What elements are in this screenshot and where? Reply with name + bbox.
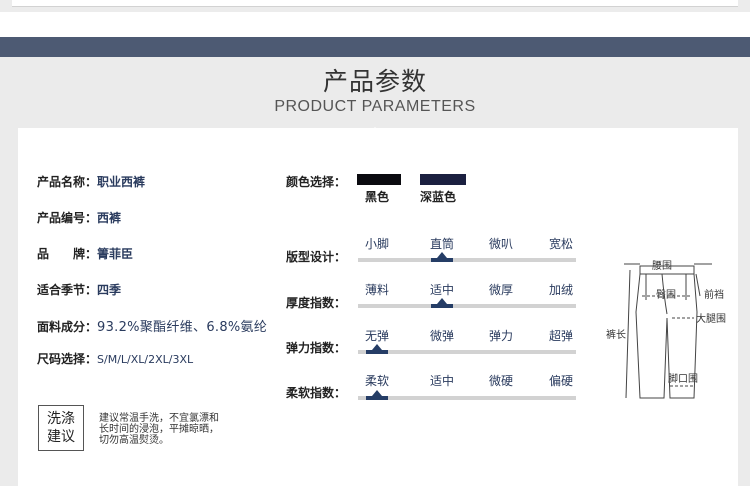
color-label: 颜色选择：: [286, 175, 347, 189]
top-frame: [0, 0, 750, 12]
thickness-option: 微厚: [488, 283, 513, 297]
softness-option: 偏硬: [548, 374, 573, 388]
info-value: 职业西裤: [97, 175, 146, 189]
diagram-label-length: 裤长: [606, 328, 626, 341]
wash-instructions: 建议常温手洗，不宜氯漂和 长时间的浸泡，平摊晾晒， 切勿高温熨烫。: [99, 413, 249, 446]
trousers-diagram: 腰围 臀围 前裆 大腿围 裤长 脚口围: [606, 260, 726, 399]
softness-option: 柔软: [364, 374, 389, 388]
thickness-option: 加绒: [548, 283, 573, 297]
info-row-name: 产品名称：职业西裤: [37, 173, 145, 190]
color-swatch-black[interactable]: [357, 174, 401, 185]
diagram-label-hem: 脚口围: [668, 372, 698, 385]
thickness-track: [358, 304, 576, 308]
info-label: 品 牌：: [37, 247, 98, 261]
section-title: 产品参数: [322, 67, 427, 96]
stretch-option: 弹力: [488, 329, 513, 343]
info-value: 四季: [97, 283, 122, 297]
fit-option: 宽松: [548, 237, 573, 251]
wash-line: 切勿高温熨烫。: [99, 435, 169, 446]
color-name: 黑色: [365, 190, 390, 204]
info-row-fabric: 面料成分：93.2%聚酯纤维、6.8%氨纶: [37, 316, 267, 335]
info-row-brand: 品 牌：箐菲臣: [37, 245, 133, 262]
info-value: S/M/L/XL/2XL/3XL: [97, 353, 194, 366]
thickness-option: 薄料: [364, 283, 389, 297]
scale-label-stretch: 弹力指数：: [286, 341, 347, 355]
info-row-code: 产品编号：西裤: [37, 209, 121, 226]
softness-indicator: [366, 390, 388, 400]
thickness-option: 适中: [429, 283, 454, 297]
stretch-option: 超弹: [548, 329, 573, 343]
color-swatch-navy[interactable]: [420, 174, 466, 185]
color-name: 深蓝色: [420, 190, 457, 204]
fit-option: 直筒: [429, 237, 454, 251]
stretch-option: 无弹: [364, 329, 389, 343]
diagram-label-front-rise: 前裆: [704, 288, 724, 301]
wash-line: 长时间的浸泡，平摊晾晒，: [99, 424, 219, 435]
scale-label-fit: 版型设计：: [286, 250, 347, 264]
softness-track: [358, 396, 576, 400]
stretch-option: 微弹: [429, 329, 454, 343]
stretch-indicator: [366, 344, 388, 354]
info-value: 箐菲臣: [97, 247, 134, 261]
diagram-label-waist: 腰围: [652, 260, 672, 272]
stretch-track: [358, 350, 576, 354]
wash-line: 建议常温手洗，不宜氯漂和: [99, 413, 219, 424]
info-row-season: 适合季节：四季: [37, 281, 121, 298]
thickness-indicator: [431, 298, 453, 308]
scale-label-thickness: 厚度指数：: [286, 296, 347, 310]
wash-badge-line: 建议: [47, 429, 75, 445]
fit-track: [358, 258, 576, 262]
info-label: 尺码选择：: [37, 352, 98, 366]
info-row-size: 尺码选择：S/M/L/XL/2XL/3XL: [37, 350, 193, 367]
wash-badge: 洗涤 建议: [38, 405, 84, 451]
softness-option: 微硬: [488, 374, 513, 388]
info-value: 93.2%聚酯纤维、6.8%氨纶: [97, 320, 268, 335]
diagram-label-thigh: 大腿围: [696, 312, 726, 325]
fit-option: 微叭: [488, 237, 513, 251]
info-label: 产品名称：: [37, 175, 98, 189]
scale-label-softness: 柔软指数：: [286, 386, 347, 400]
fit-indicator: [431, 252, 453, 262]
softness-option: 适中: [429, 374, 454, 388]
wash-badge-line: 洗涤: [47, 411, 75, 427]
section-subtitle: PRODUCT PARAMETERS: [274, 98, 476, 115]
diagram-label-hip: 臀围: [656, 289, 676, 301]
info-label: 面料成分：: [37, 320, 98, 334]
fit-option: 小脚: [364, 237, 389, 251]
info-label: 产品编号：: [37, 211, 98, 225]
card-notch: [363, 127, 387, 139]
info-value: 西裤: [97, 211, 122, 225]
info-label: 适合季节：: [37, 283, 98, 297]
header-band: [0, 37, 750, 57]
